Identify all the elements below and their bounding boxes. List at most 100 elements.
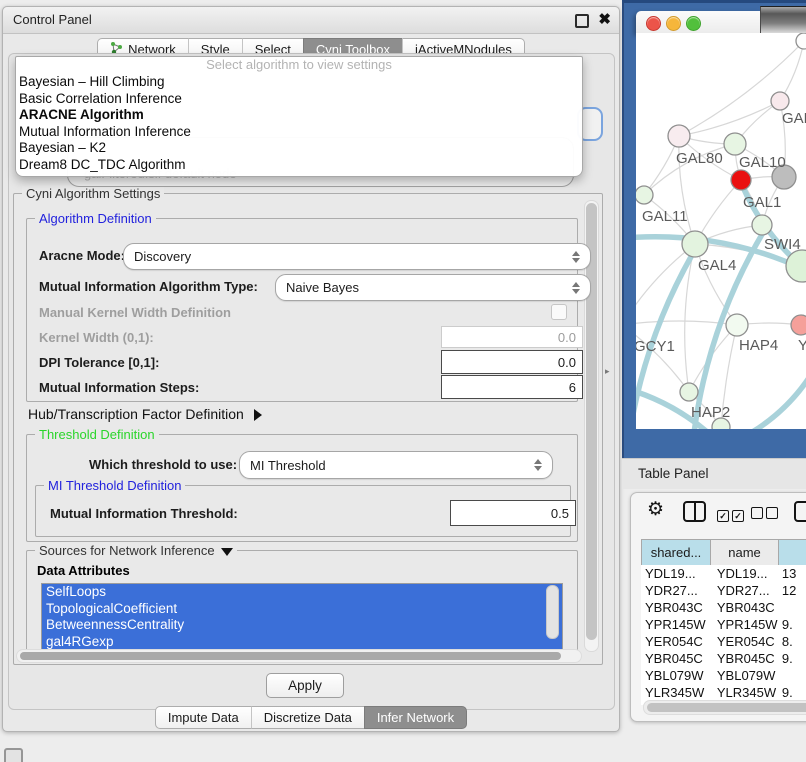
algorithm-option-dream8-dc-tdc-algorithm[interactable]: Dream8 DC_TDC Algorithm bbox=[16, 157, 582, 174]
dropdown-prompt: Select algorithm to view settings bbox=[16, 57, 582, 74]
network-edge bbox=[780, 41, 804, 101]
deselect-all-columns-icon[interactable] bbox=[751, 506, 781, 524]
attribute-item-gal4rgexp[interactable]: gal4RGexp bbox=[42, 634, 562, 651]
sources-group-label: Sources for Network Inference bbox=[39, 543, 215, 558]
network-node-swi4[interactable] bbox=[752, 215, 772, 235]
dpi-tolerance-label: DPI Tolerance [0,1]: bbox=[39, 355, 159, 370]
attribute-item-topologicalcoefficient[interactable]: TopologicalCoefficient bbox=[42, 601, 562, 618]
control-panel-titlebar[interactable]: Control Panel ✖ bbox=[3, 7, 619, 34]
network-node-hap4[interactable] bbox=[726, 314, 748, 336]
table-header-row: shared...nameA bbox=[641, 539, 806, 566]
table-row[interactable]: YLR345WYLR345W9. bbox=[641, 684, 806, 701]
attribute-item-selfloops[interactable]: SelfLoops bbox=[42, 584, 562, 601]
zoom-traffic-light[interactable] bbox=[686, 16, 701, 31]
which-threshold-combobox[interactable]: MI Threshold bbox=[239, 451, 553, 479]
network-node-gal11[interactable] bbox=[636, 186, 653, 204]
cyni-mode-tabs: Impute DataDiscretize Data Infer Network bbox=[3, 706, 619, 729]
algorithm-option-bayesian-k2[interactable]: Bayesian – K2 bbox=[16, 140, 582, 157]
mode-tab-discretize-data[interactable]: Discretize Data bbox=[251, 706, 364, 729]
network-window-titlebar[interactable] bbox=[636, 11, 760, 34]
close-traffic-light[interactable] bbox=[646, 16, 661, 31]
table-horizontal-scrollbar[interactable] bbox=[643, 700, 806, 715]
sources-group-title[interactable]: Sources for Network Inference bbox=[35, 543, 237, 558]
kernel-width-value: 0.0 bbox=[558, 330, 576, 345]
mi-threshold-field[interactable]: 0.5 bbox=[450, 500, 576, 526]
table-cell: YLR345W bbox=[707, 684, 778, 701]
manual-kernel-checkbox[interactable] bbox=[551, 304, 567, 320]
table-horizontal-scrollbar-thumb[interactable] bbox=[647, 703, 806, 712]
column-header-name[interactable]: name bbox=[711, 539, 779, 566]
node-label-gal1: GAL1 bbox=[743, 194, 781, 211]
mode-tab-infer-network[interactable]: Infer Network bbox=[364, 706, 467, 729]
network-node-gal4[interactable] bbox=[682, 231, 708, 257]
column-header-a[interactable]: A bbox=[779, 539, 806, 566]
algorithm-option-aracne-algorithm[interactable]: ARACNE Algorithm bbox=[16, 107, 582, 124]
node-label-gal: GAL bbox=[782, 110, 806, 127]
node-label-hap4: HAP4 bbox=[739, 337, 778, 354]
split-pane-handle[interactable]: ▸ bbox=[605, 366, 610, 377]
kernel-width-field[interactable]: 0.0 bbox=[441, 326, 583, 348]
table-row[interactable]: YBR043CYBR043C bbox=[641, 599, 806, 616]
aracne-mode-combobox[interactable]: Discovery bbox=[123, 243, 591, 270]
algorithm-definition-title: Algorithm Definition bbox=[35, 211, 156, 226]
table-cell: 9. bbox=[778, 684, 806, 701]
column-header-shared[interactable]: shared... bbox=[641, 539, 711, 566]
background-window-titlebar[interactable] bbox=[760, 6, 806, 34]
mode-tab-impute-data[interactable]: Impute Data bbox=[155, 706, 251, 729]
mi-type-combobox[interactable]: Naive Bayes bbox=[275, 274, 591, 301]
node-label-hap2: HAP2 bbox=[691, 404, 730, 421]
table-row[interactable]: YDR27...YDR27...12 bbox=[641, 582, 806, 599]
table-row[interactable]: YPR145WYPR145W9. bbox=[641, 616, 806, 633]
close-icon[interactable]: ✖ bbox=[598, 10, 611, 28]
hub-definition-toggle[interactable]: Hub/Transcription Factor Definition bbox=[28, 406, 262, 422]
dpi-tolerance-field[interactable]: 0.0 bbox=[441, 350, 583, 374]
network-canvas[interactable]: GALGAL80GAL10GAL1GAL11GAL4SWI4GCY1HAP4YH… bbox=[636, 33, 806, 429]
network-node-y[interactable] bbox=[791, 315, 806, 335]
settings-horizontal-scrollbar[interactable] bbox=[16, 649, 582, 663]
table-row[interactable]: YBR045CYBR045C9. bbox=[641, 650, 806, 667]
split-columns-icon[interactable] bbox=[683, 501, 706, 522]
attributes-list-scrollbar-thumb[interactable] bbox=[546, 585, 559, 639]
table-cell: YLR345W bbox=[641, 684, 707, 701]
combobox-arrows-icon bbox=[572, 282, 580, 294]
table-cell: YER054C bbox=[641, 633, 707, 650]
network-node-hap2[interactable] bbox=[680, 383, 698, 401]
table-body: YDL19...YDL19...13YDR27...YDR27...12YBR0… bbox=[641, 565, 806, 705]
algorithm-option-bayesian-hill-climbing[interactable]: Bayesian – Hill Climbing bbox=[16, 74, 582, 91]
gear-icon[interactable]: ⚙ bbox=[647, 498, 664, 521]
node-label-gal10: GAL10 bbox=[739, 154, 786, 171]
mi-steps-field[interactable]: 6 bbox=[441, 375, 583, 399]
algorithm-option-basic-correlation-inference[interactable]: Basic Correlation Inference bbox=[16, 91, 582, 108]
minimized-panel-icon[interactable] bbox=[4, 748, 23, 762]
network-node-gal10[interactable] bbox=[724, 133, 746, 155]
mode-tab-label: Infer Network bbox=[377, 710, 454, 725]
network-node-gal[interactable] bbox=[771, 92, 789, 110]
kernel-width-label: Kernel Width (0,1): bbox=[39, 330, 154, 345]
algorithm-definition-group: Algorithm Definition Aracne Mode: Discov… bbox=[26, 218, 578, 402]
table-row[interactable]: YBL079WYBL079W bbox=[641, 667, 806, 684]
network-node-gal80[interactable] bbox=[668, 125, 690, 147]
float-window-icon[interactable] bbox=[575, 14, 589, 28]
network-node-gal1[interactable] bbox=[731, 170, 751, 190]
network-node[interactable] bbox=[796, 33, 806, 49]
new-table-icon[interactable] bbox=[794, 501, 806, 522]
node-label-gcy1: GCY1 bbox=[636, 338, 675, 355]
settings-horizontal-scrollbar-thumb[interactable] bbox=[20, 652, 561, 660]
threshold-definition-title: Threshold Definition bbox=[35, 427, 159, 442]
table-row[interactable]: YER054CYER054C8. bbox=[641, 633, 806, 650]
settings-vertical-scrollbar-thumb[interactable] bbox=[586, 203, 597, 640]
attribute-item-betweennesscentrality[interactable]: BetweennessCentrality bbox=[42, 617, 562, 634]
mi-threshold-group-title: MI Threshold Definition bbox=[44, 478, 185, 493]
apply-button[interactable]: Apply bbox=[266, 673, 344, 698]
table-row[interactable]: YDL19...YDL19...13 bbox=[641, 565, 806, 582]
network-edge bbox=[636, 325, 689, 392]
select-all-columns-icon[interactable]: ✓✓ bbox=[717, 506, 747, 524]
table-panel-titlebar[interactable]: Table Panel bbox=[622, 458, 806, 489]
minimize-traffic-light[interactable] bbox=[666, 16, 681, 31]
network-edge-highlighted bbox=[754, 363, 806, 429]
data-attributes-list[interactable]: SelfLoopsTopologicalCoefficientBetweenne… bbox=[41, 583, 563, 651]
algorithm-option-mutual-information-inference[interactable]: Mutual Information Inference bbox=[16, 124, 582, 141]
sources-group: Sources for Network Inference Data Attri… bbox=[26, 550, 578, 656]
table-cell: 9. bbox=[778, 650, 806, 667]
mi-steps-label: Mutual Information Steps: bbox=[39, 380, 199, 395]
